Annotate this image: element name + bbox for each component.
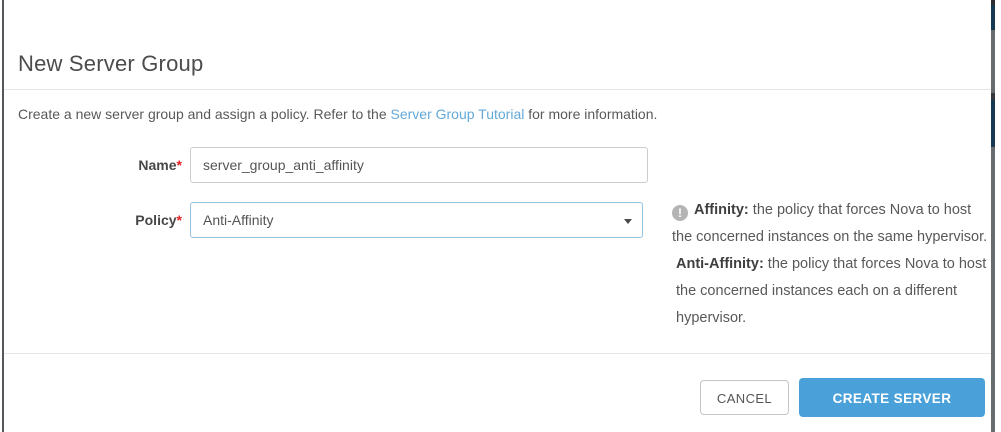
exclamation-circle-icon: ! (672, 205, 688, 221)
policy-field-label: Policy* (20, 212, 182, 228)
chevron-down-icon (624, 219, 632, 224)
page-title: New Server Group (18, 51, 203, 77)
policy-select[interactable]: Anti-Affinity (190, 202, 643, 238)
description-text-after: for more information. (524, 106, 657, 122)
policy-help-text: !Affinity: the policy that forces Nova t… (672, 197, 994, 332)
policy-label-text: Policy (135, 212, 176, 228)
name-field-label: Name* (20, 157, 182, 173)
server-group-tutorial-link[interactable]: Server Group Tutorial (391, 106, 525, 122)
cancel-button[interactable]: CANCEL (700, 380, 789, 415)
anti-affinity-term: Anti-Affinity: (676, 256, 764, 272)
header-divider (4, 89, 991, 90)
name-required-asterisk: * (177, 157, 182, 173)
name-label-text: Name (138, 157, 176, 173)
edge-segment (991, 100, 995, 147)
name-input[interactable] (190, 147, 648, 183)
modal-description: Create a new server group and assign a p… (18, 106, 657, 122)
edge-segment (991, 5, 995, 30)
modal-left-border (2, 0, 4, 432)
policy-required-asterisk: * (177, 212, 182, 228)
edge-segment (991, 30, 995, 93)
footer-divider (4, 353, 991, 354)
edge-segment (991, 93, 995, 100)
policy-selected-value: Anti-Affinity (203, 212, 274, 228)
affinity-term: Affinity: (694, 202, 749, 218)
new-server-group-modal: New Server Group Create a new server gro… (0, 0, 1001, 432)
description-text-before: Create a new server group and assign a p… (18, 106, 391, 122)
edge-segment (991, 147, 995, 432)
background-page-edge (991, 0, 995, 432)
create-server-group-button[interactable]: CREATE SERVER GROUP (799, 378, 985, 417)
